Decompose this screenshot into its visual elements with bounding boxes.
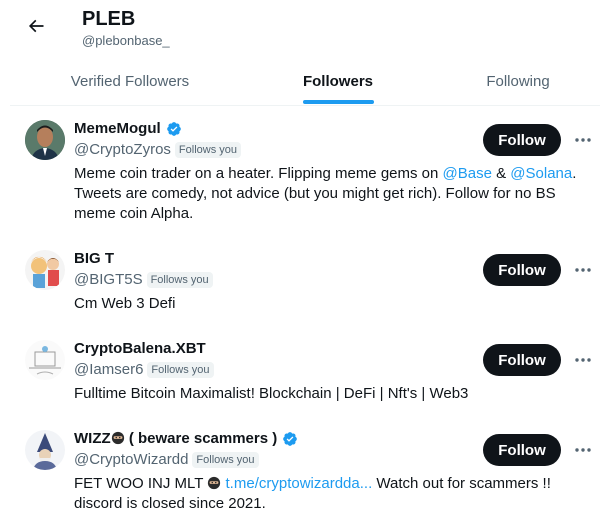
user-handle[interactable]: @CryptoWizardd	[74, 451, 188, 468]
avatar-portrait-icon	[25, 120, 65, 160]
user-cell-mememogul[interactable]: MemeMogul @CryptoZyros Follows you Meme …	[0, 110, 600, 230]
follows-you-badge: Follows you	[174, 141, 241, 158]
arrow-left-icon	[28, 19, 44, 33]
tab-divider	[10, 105, 600, 106]
more-options-button[interactable]	[570, 350, 596, 370]
user-cell-cryptobalena[interactable]: CryptoBalena.XBT @Iamser6 Follows you Fu…	[0, 330, 600, 410]
page-header: PLEB @plebonbase_	[0, 0, 600, 56]
user-bio: FET WOO INJ MLT t.me/cryptowizardda... W…	[74, 474, 594, 514]
avatar-sketch-icon	[25, 340, 65, 380]
user-name[interactable]: BIG T	[74, 250, 114, 267]
mention-link-base[interactable]: @Base	[443, 165, 492, 182]
avatar-cartoon-icon	[25, 250, 65, 290]
bio-text: &	[491, 165, 511, 182]
verified-badge-icon	[283, 431, 298, 446]
avatar[interactable]	[25, 430, 65, 470]
user-cell-big-t[interactable]: BIG T @BIGT5S Follows you Cm Web 3 Defi …	[0, 240, 600, 320]
tab-verified-followers[interactable]: Verified Followers	[40, 56, 220, 106]
back-button[interactable]	[18, 8, 54, 44]
user-bio: Meme coin trader on a heater. Flipping m…	[74, 164, 594, 224]
bio-text: discord is closed since 2021.	[74, 495, 266, 512]
ninja-emoji-icon	[111, 431, 124, 445]
user-name-part: ( beware scammers )	[124, 430, 278, 447]
mention-link-solana[interactable]: @Solana	[510, 165, 572, 182]
bio-text: FET WOO INJ MLT	[74, 475, 208, 492]
verified-badge-icon	[166, 121, 181, 136]
more-dots-icon	[575, 138, 591, 142]
more-dots-icon	[575, 268, 591, 272]
follow-button[interactable]: Follow	[483, 254, 561, 286]
more-dots-icon	[575, 358, 591, 362]
user-name[interactable]: MemeMogul	[74, 120, 161, 137]
avatar[interactable]	[25, 250, 65, 290]
user-bio: Fulltime Bitcoin Maximalist! Blockchain …	[74, 385, 469, 402]
tab-following[interactable]: Following	[458, 56, 578, 106]
user-name-row: CryptoBalena.XBT	[74, 340, 206, 357]
follow-button[interactable]: Follow	[483, 344, 561, 376]
telegram-link[interactable]: t.me/cryptowizardda...	[226, 475, 373, 492]
user-name[interactable]: CryptoBalena.XBT	[74, 340, 206, 357]
avatar-wizard-icon	[25, 430, 65, 470]
page-handle: @plebonbase_	[82, 33, 170, 48]
more-dots-icon	[575, 448, 591, 452]
user-name[interactable]: WIZZ ( beware scammers )	[74, 430, 277, 447]
user-handle-row: @CryptoZyros Follows you	[74, 141, 241, 158]
avatar[interactable]	[25, 340, 65, 380]
avatar[interactable]	[25, 120, 65, 160]
active-tab-indicator	[303, 100, 374, 104]
bio-text: meme coin Alpha.	[74, 205, 194, 222]
user-cell-wizz[interactable]: WIZZ ( beware scammers ) @CryptoWizardd …	[0, 420, 600, 525]
follows-you-badge: Follows you	[146, 271, 213, 288]
user-name-part: WIZZ	[74, 430, 111, 447]
bio-text: .	[572, 165, 577, 182]
user-bio: Cm Web 3 Defi	[74, 295, 176, 312]
user-handle-row: @CryptoWizardd Follows you	[74, 451, 259, 468]
more-options-button[interactable]	[570, 440, 596, 460]
more-options-button[interactable]	[570, 130, 596, 150]
user-handle[interactable]: @Iamser6	[74, 361, 143, 378]
followers-page: PLEB @plebonbase_ Verified Followers Fol…	[0, 0, 600, 525]
follows-you-badge: Follows you	[192, 451, 259, 468]
ninja-emoji-icon	[208, 476, 221, 490]
user-name-row: MemeMogul	[74, 120, 182, 137]
user-handle[interactable]: @CryptoZyros	[74, 141, 171, 158]
tab-bar: Verified Followers Followers Following	[0, 56, 600, 106]
follow-button[interactable]: Follow	[483, 434, 561, 466]
user-handle-row: @BIGT5S Follows you	[74, 271, 213, 288]
follow-button[interactable]: Follow	[483, 124, 561, 156]
user-name-row: BIG T	[74, 250, 114, 267]
bio-text: Watch out for scammers !!	[372, 475, 551, 492]
bio-text: Tweets are comedy, not advice (but you m…	[74, 185, 556, 202]
tab-followers[interactable]: Followers	[268, 56, 408, 106]
user-name-row: WIZZ ( beware scammers )	[74, 430, 298, 447]
bio-text: Meme coin trader on a heater. Flipping m…	[74, 165, 443, 182]
page-title: PLEB	[82, 8, 136, 30]
user-handle-row: @Iamser6 Follows you	[74, 361, 214, 378]
more-options-button[interactable]	[570, 260, 596, 280]
follows-you-badge: Follows you	[147, 361, 214, 378]
user-handle[interactable]: @BIGT5S	[74, 271, 143, 288]
